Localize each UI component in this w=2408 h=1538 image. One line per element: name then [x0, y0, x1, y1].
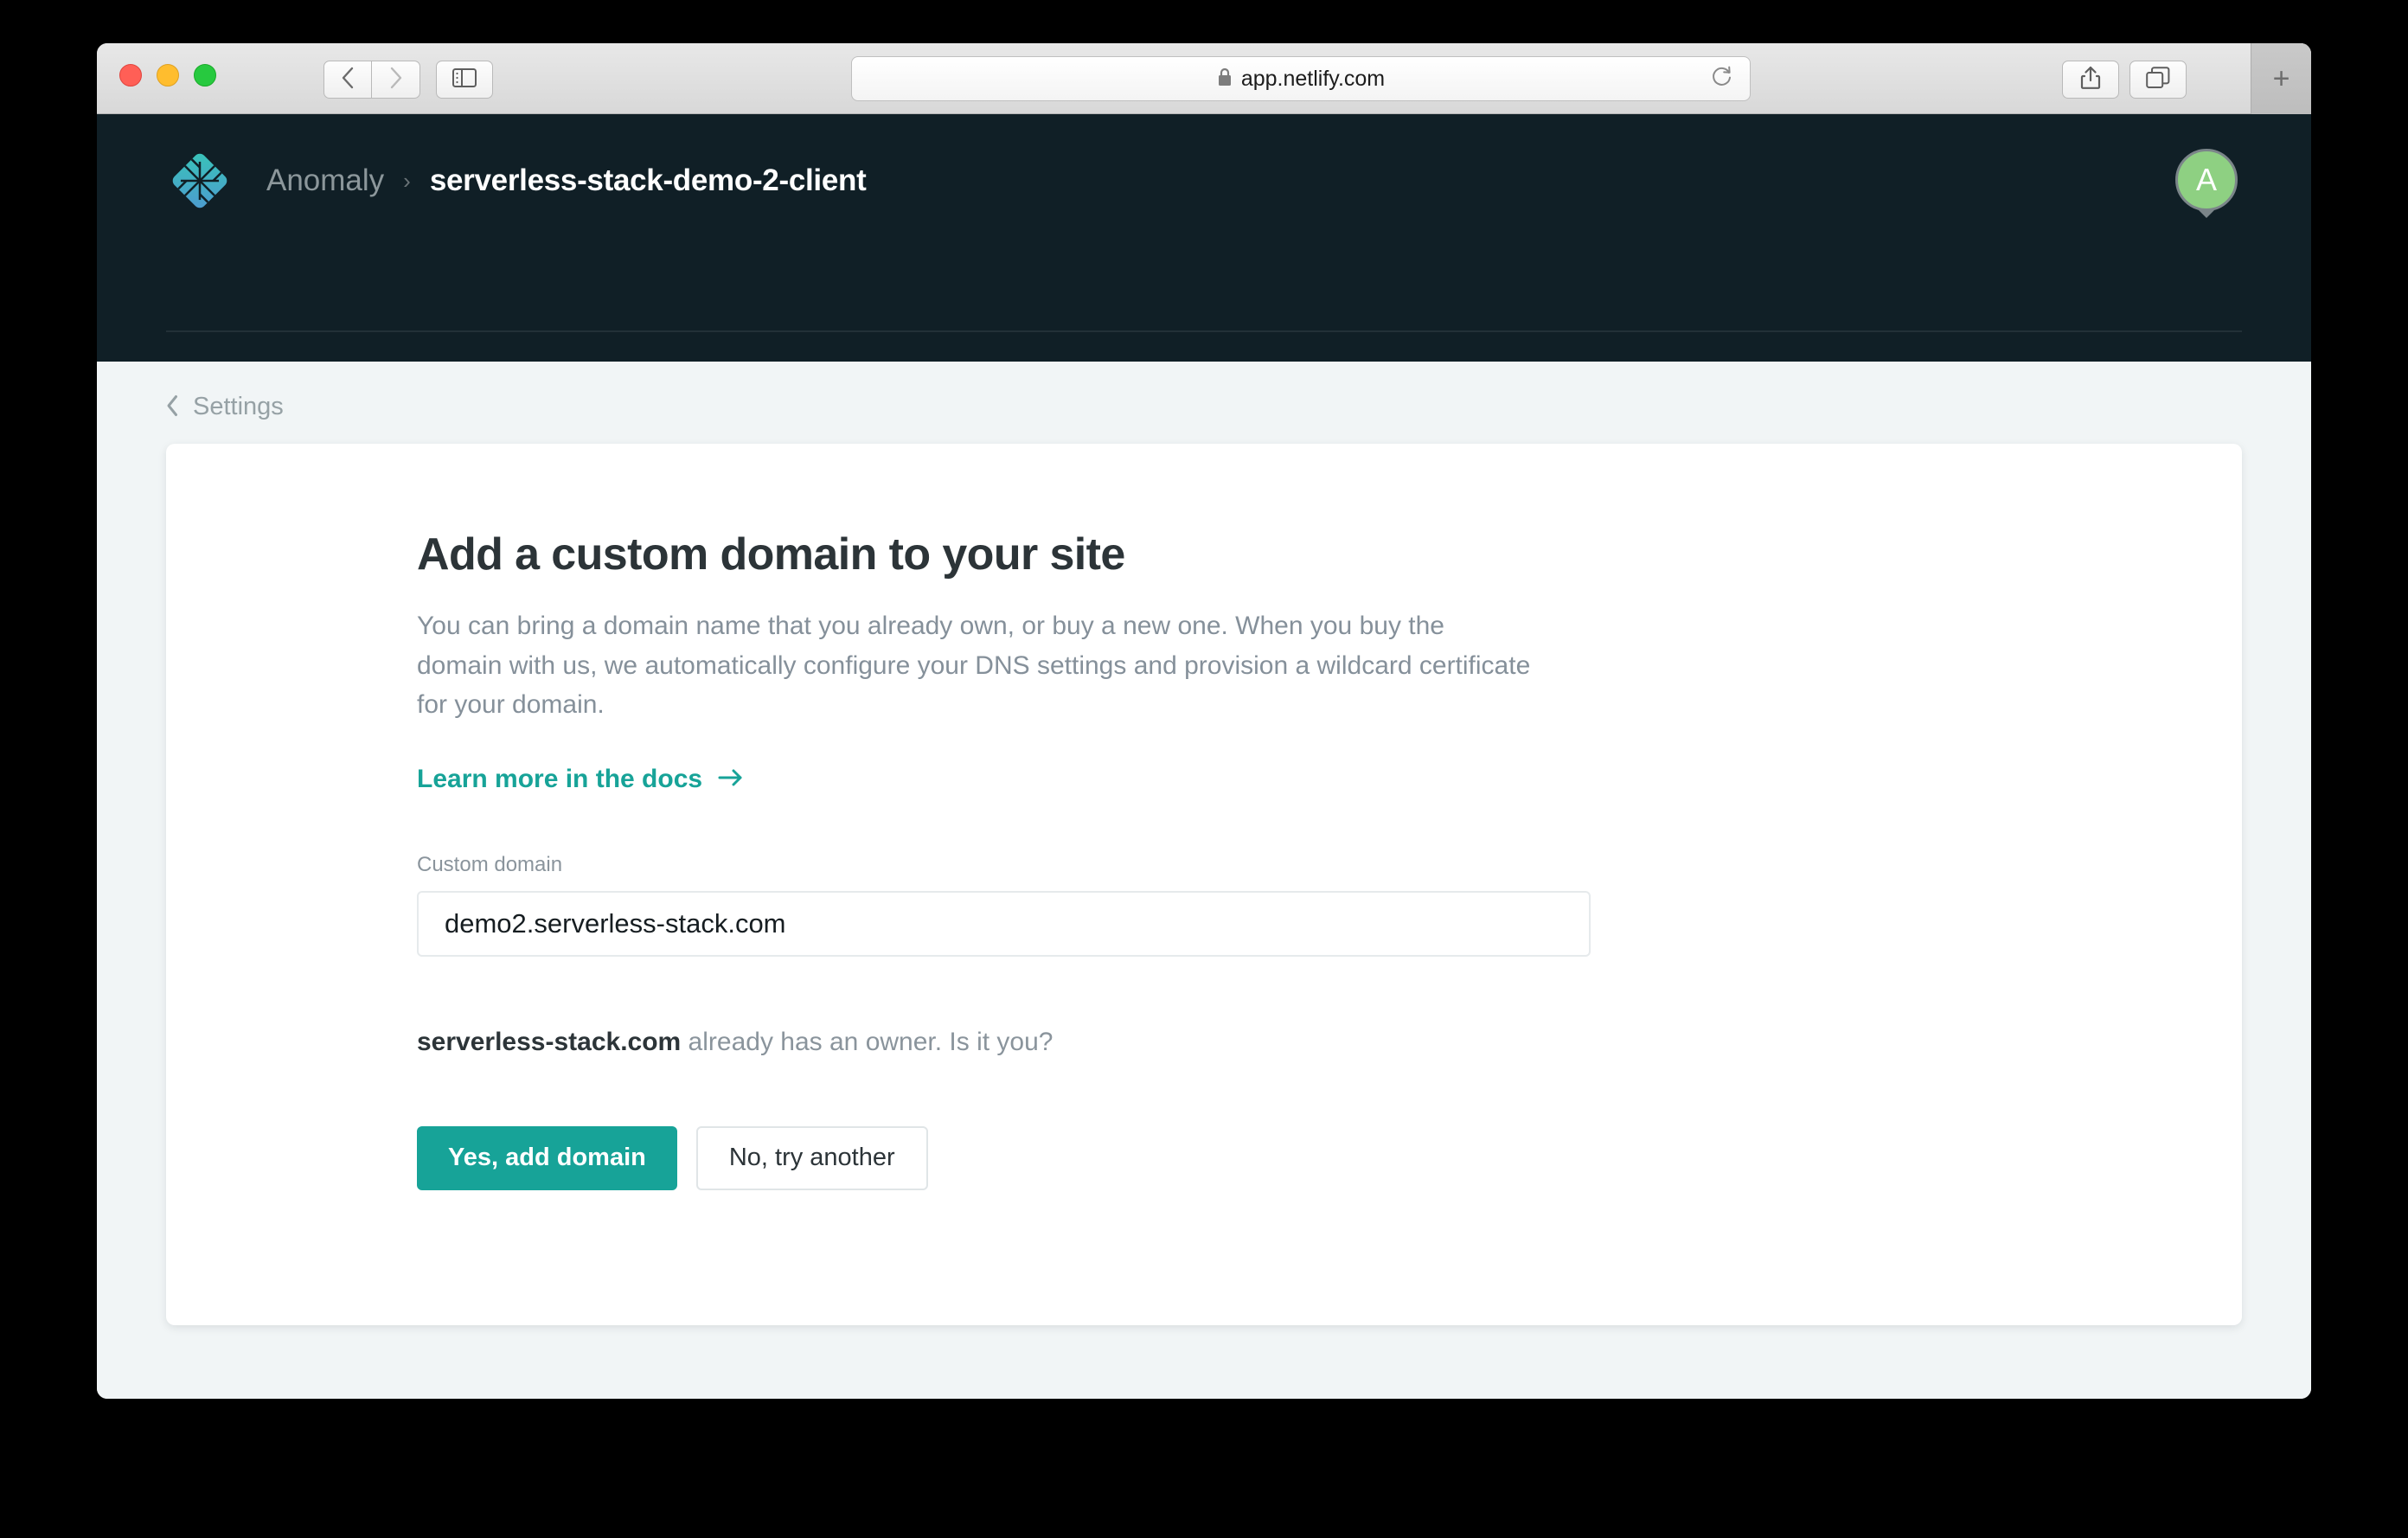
breadcrumb-separator-icon: › [403, 168, 411, 195]
address-bar[interactable]: app.netlify.com [851, 56, 1751, 101]
caret-down-icon [2199, 210, 2214, 218]
reload-icon [1711, 66, 1733, 93]
plus-icon: + [2273, 64, 2290, 93]
back-to-settings-label: Settings [193, 393, 284, 421]
action-button-row: Yes, add domain No, try another [417, 1126, 2242, 1190]
owner-message-domain: serverless-stack.com [417, 1028, 681, 1056]
custom-domain-label: Custom domain [417, 853, 2242, 877]
owner-message: serverless-stack.com already has an owne… [417, 1028, 2242, 1057]
breadcrumb-org[interactable]: Anomaly [266, 163, 384, 198]
yes-add-domain-button[interactable]: Yes, add domain [417, 1126, 677, 1190]
share-icon [2080, 66, 2101, 94]
learn-more-docs-link[interactable]: Learn more in the docs [417, 765, 744, 794]
maximize-window-button[interactable] [194, 64, 216, 87]
app-header: Anomaly › serverless-stack-demo-2-client… [97, 114, 2311, 362]
browser-titlebar: app.netlify.com [97, 43, 2311, 114]
share-button[interactable] [2062, 61, 2119, 99]
show-all-tabs-button[interactable] [2129, 61, 2187, 99]
custom-domain-input[interactable] [417, 891, 1591, 957]
owner-message-text: already has an owner. Is it you? [681, 1028, 1053, 1056]
page-title: Add a custom domain to your site [417, 529, 2242, 580]
breadcrumb: Anomaly › serverless-stack-demo-2-client [266, 163, 866, 198]
lock-icon [1217, 67, 1233, 92]
address-bar-text: app.netlify.com [1241, 67, 1385, 92]
sidebar-toggle-button[interactable] [436, 61, 493, 99]
back-button[interactable] [323, 61, 372, 99]
sidebar-toggle-icon [452, 68, 477, 92]
learn-more-docs-label: Learn more in the docs [417, 765, 702, 794]
chevron-left-icon [341, 67, 355, 93]
close-window-button[interactable] [119, 64, 142, 87]
window-controls [119, 64, 216, 87]
chevron-left-icon [166, 394, 179, 420]
arrow-right-icon [718, 766, 744, 792]
browser-window: app.netlify.com [97, 43, 2311, 1399]
user-menu[interactable]: A [2171, 145, 2242, 216]
domain-card: Add a custom domain to your site You can… [166, 444, 2242, 1325]
breadcrumb-site[interactable]: serverless-stack-demo-2-client [430, 163, 867, 198]
avatar: A [2175, 149, 2238, 211]
netlify-logo-icon[interactable] [166, 147, 234, 215]
minimize-window-button[interactable] [157, 64, 179, 87]
no-try-another-button[interactable]: No, try another [696, 1126, 928, 1190]
new-tab-button[interactable]: + [2251, 43, 2311, 114]
card-description: You can bring a domain name that you alr… [417, 606, 1533, 725]
page-content: Anomaly › serverless-stack-demo-2-client… [97, 114, 2311, 1399]
reload-button[interactable] [1710, 67, 1734, 91]
back-to-settings-link[interactable]: Settings [166, 393, 284, 421]
forward-button[interactable] [372, 61, 420, 99]
brand-breadcrumb-row: Anomaly › serverless-stack-demo-2-client [166, 147, 866, 215]
chevron-right-icon [389, 67, 403, 93]
show-tabs-icon [2146, 67, 2170, 93]
header-divider [166, 330, 2242, 332]
